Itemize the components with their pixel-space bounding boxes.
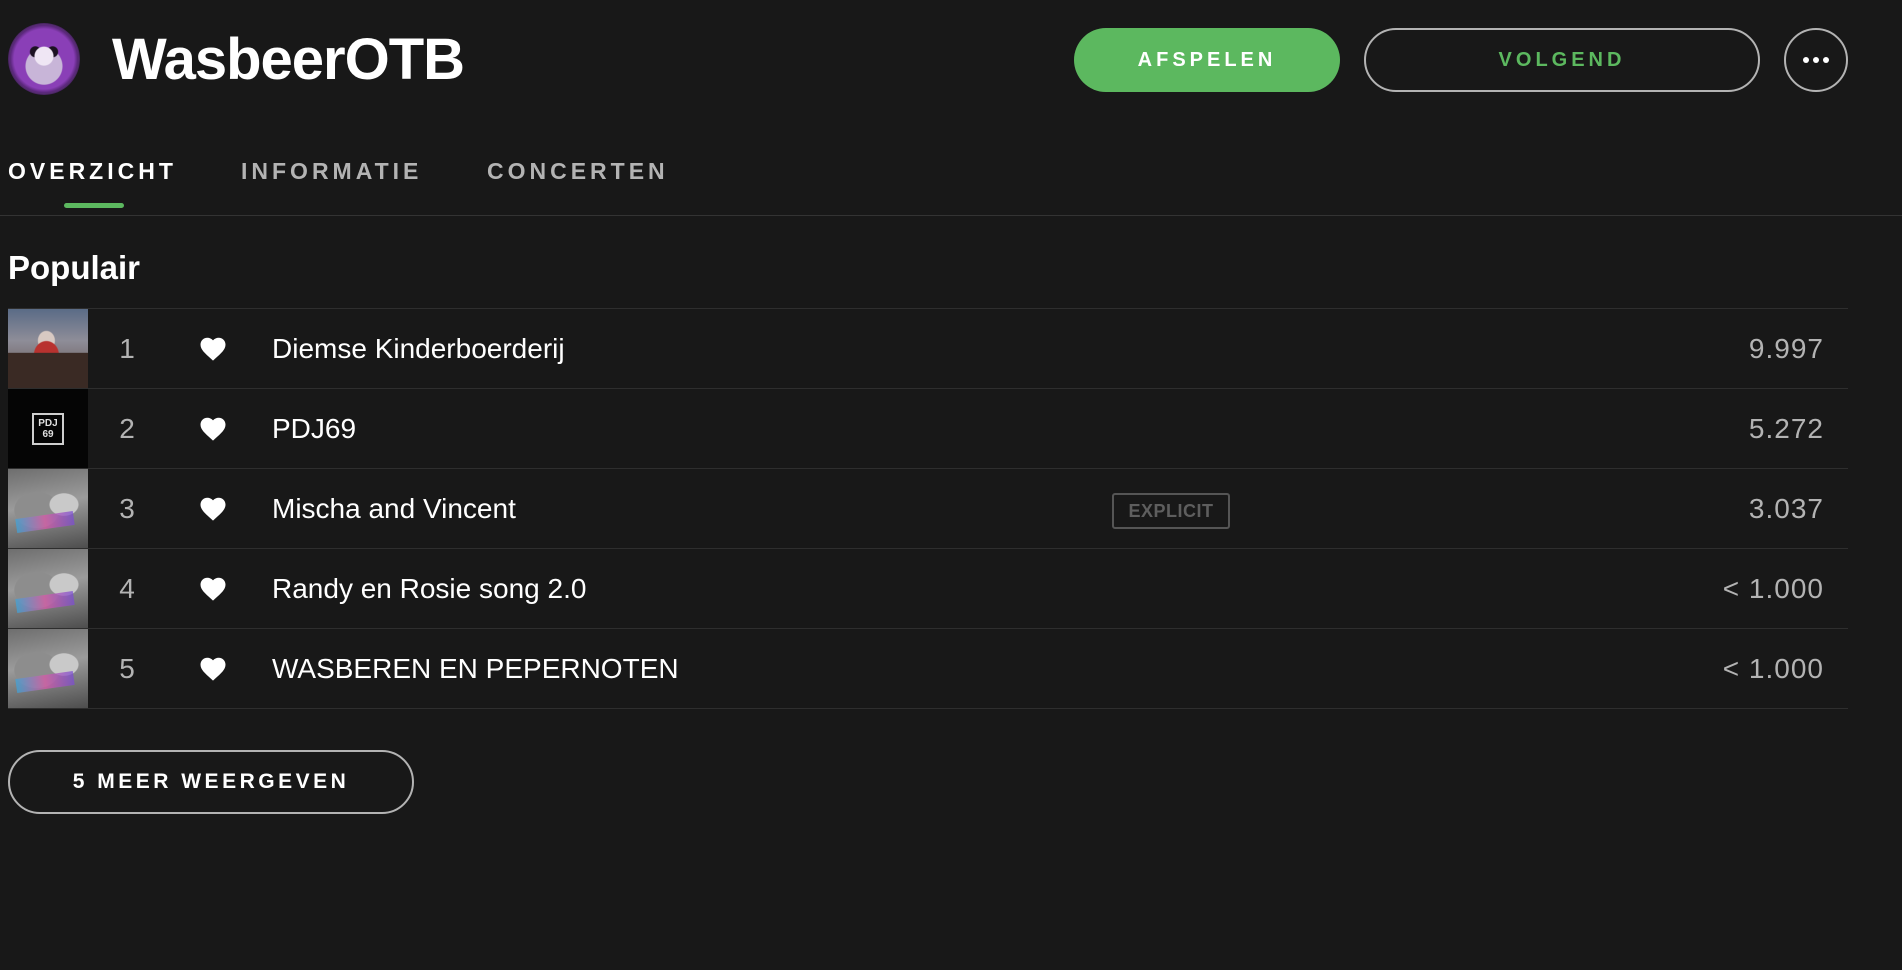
play-button[interactable]: AFSPELEN	[1074, 28, 1340, 92]
follow-button-label: VOLGEND	[1498, 48, 1626, 71]
track-number: 2	[119, 413, 135, 444]
play-count: < 1.000	[1722, 653, 1824, 684]
album-cover	[8, 629, 88, 708]
play-count: < 1.000	[1722, 573, 1824, 604]
track-row[interactable]: 1 Diemse Kinderboerderij 9.997	[8, 309, 1848, 389]
ellipsis-icon	[1803, 57, 1829, 63]
track-title: Diemse Kinderboerderij	[272, 333, 565, 364]
track-row[interactable]: PDJ 69 2 PDJ69 5.272	[8, 389, 1848, 469]
tab-concerts[interactable]: CONCERTEN	[487, 158, 669, 185]
artist-page: WasbeerOTB AFSPELEN VOLGEND OVERZICHT IN…	[0, 0, 1902, 970]
track-row[interactable]: 3 Mischa and Vincent EXPLICIT 3.037	[8, 469, 1848, 549]
track-title: Randy en Rosie song 2.0	[272, 573, 587, 604]
tab-information[interactable]: INFORMATIE	[241, 158, 422, 185]
pdj69-logo: PDJ 69	[32, 412, 64, 445]
follow-button[interactable]: VOLGEND	[1364, 28, 1760, 92]
album-cover	[8, 469, 88, 548]
section-title-popular: Populair	[8, 249, 141, 286]
track-row[interactable]: 4 Randy en Rosie song 2.0 < 1.000	[8, 549, 1848, 629]
artist-name: WasbeerOTB	[112, 27, 465, 92]
play-count: 3.037	[1748, 493, 1824, 524]
heart-icon[interactable]	[198, 414, 228, 444]
play-count: 5.272	[1748, 413, 1824, 444]
track-number: 1	[119, 333, 135, 364]
explicit-badge: EXPLICIT	[1112, 493, 1230, 529]
track-number: 4	[119, 573, 135, 604]
track-number: 5	[119, 653, 135, 684]
heart-icon[interactable]	[198, 334, 228, 364]
tab-overview[interactable]: OVERZICHT	[8, 158, 177, 185]
show-more-label: 5 MEER WEERGEVEN	[72, 770, 350, 793]
track-number: 3	[119, 493, 135, 524]
heart-icon[interactable]	[198, 574, 228, 604]
album-cover	[8, 549, 88, 628]
heart-icon[interactable]	[198, 654, 228, 684]
popular-tracklist: 1 Diemse Kinderboerderij 9.997 PDJ 69 2 …	[8, 308, 1848, 709]
track-title: Mischa and Vincent	[272, 493, 516, 524]
artist-tabs: OVERZICHT INFORMATIE CONCERTEN	[0, 148, 1902, 216]
artist-avatar	[8, 23, 80, 95]
play-count: 9.997	[1748, 333, 1824, 364]
track-title: WASBEREN EN PEPERNOTEN	[272, 653, 679, 684]
artist-header: WasbeerOTB AFSPELEN VOLGEND	[0, 0, 1902, 120]
album-cover	[8, 309, 88, 388]
show-more-button[interactable]: 5 MEER WEERGEVEN	[8, 750, 414, 814]
play-button-label: AFSPELEN	[1137, 48, 1277, 71]
album-cover: PDJ 69	[8, 389, 88, 468]
more-options-button[interactable]	[1784, 28, 1848, 92]
heart-icon[interactable]	[198, 494, 228, 524]
track-title: PDJ69	[272, 413, 357, 444]
track-row[interactable]: 5 WASBEREN EN PEPERNOTEN < 1.000	[8, 629, 1848, 709]
active-tab-indicator	[64, 203, 124, 208]
